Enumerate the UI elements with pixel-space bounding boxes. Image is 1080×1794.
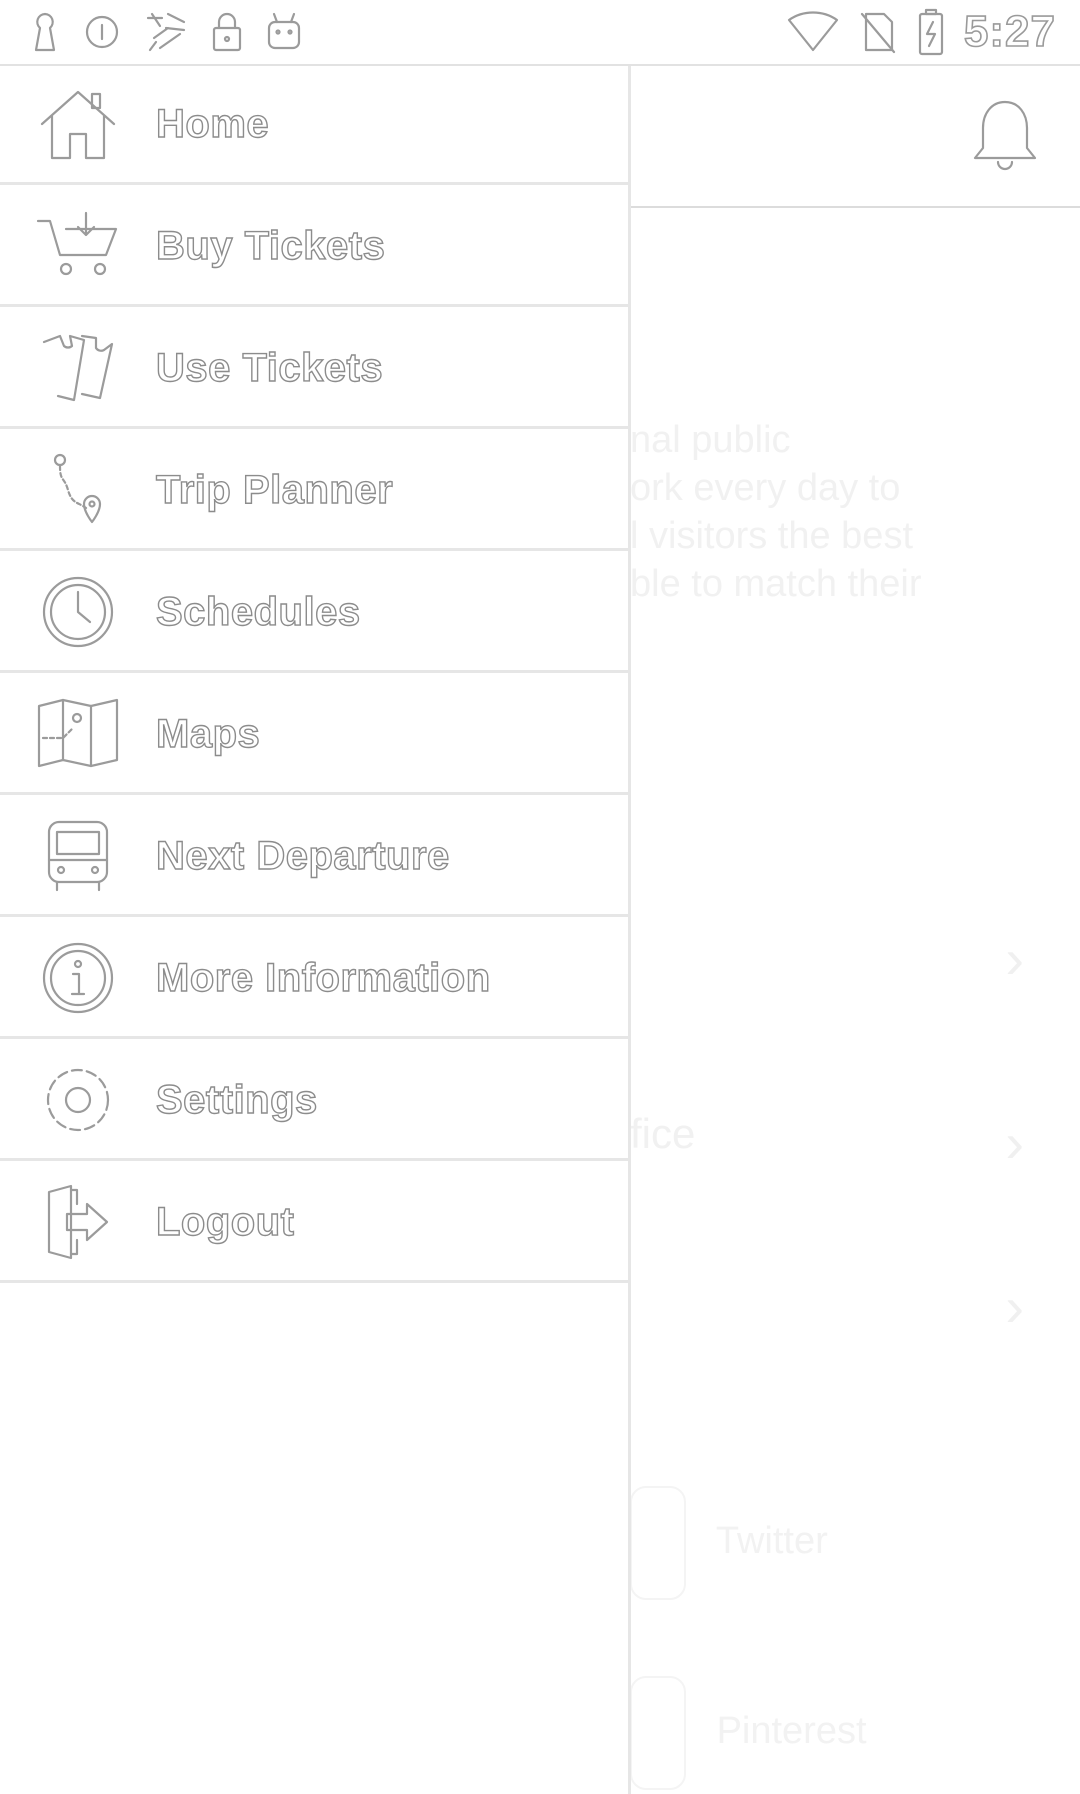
social-link-twitter[interactable]: Twitter xyxy=(630,1486,1070,1600)
gear-icon xyxy=(36,1058,120,1142)
map-icon xyxy=(36,692,120,776)
menu-item-buy-tickets[interactable]: Buy Tickets xyxy=(0,188,628,307)
chevron-right-icon: › xyxy=(1005,927,1024,990)
menu-item-schedules[interactable]: Schedules xyxy=(0,554,628,673)
menu-item-label: Use Tickets xyxy=(155,345,384,390)
cart-icon xyxy=(36,204,120,288)
menu-item-label: Home xyxy=(155,101,270,146)
chevron-right-icon: › xyxy=(1005,1111,1024,1174)
status-bar: 5:27 xyxy=(0,0,1080,66)
no-sim-icon xyxy=(858,10,898,54)
keyhole-icon xyxy=(28,10,62,54)
menu-item-more-information[interactable]: More Information xyxy=(0,920,628,1039)
bell-icon[interactable] xyxy=(970,96,1040,185)
intro-line: ble to match their xyxy=(630,563,922,605)
social-link-pinterest[interactable]: Pinterest xyxy=(630,1676,1070,1790)
route-icon xyxy=(36,448,120,532)
menu-item-label: Logout xyxy=(155,1199,295,1244)
info-circle-icon xyxy=(82,12,122,52)
social-label: Pinterest xyxy=(716,1710,867,1753)
pinterest-icon xyxy=(630,1676,686,1790)
menu-item-home[interactable]: Home xyxy=(0,66,628,185)
app-header xyxy=(630,66,1080,208)
menu-item-maps[interactable]: Maps xyxy=(0,676,628,795)
lock-icon xyxy=(210,10,244,54)
clock-time: 5:27 xyxy=(963,6,1056,57)
intro-line: nal public xyxy=(630,419,791,461)
battery-charging-icon xyxy=(916,8,946,56)
social-label: Twitter xyxy=(715,1520,828,1563)
menu-item-next-departure[interactable]: Next Departure xyxy=(0,798,628,917)
app-logo-icon xyxy=(142,8,190,56)
home-icon xyxy=(36,82,120,166)
menu-item-label: More Information xyxy=(155,955,491,1000)
menu-item-label: Trip Planner xyxy=(155,467,394,512)
intro-line: ork every day to xyxy=(630,467,901,509)
android-icon xyxy=(264,10,304,54)
tickets-icon xyxy=(36,326,120,410)
intro-line: l visitors the best xyxy=(630,515,913,557)
bus-icon xyxy=(36,814,120,898)
menu-item-logout[interactable]: Logout xyxy=(0,1164,628,1283)
menu-item-trip-planner[interactable]: Trip Planner xyxy=(0,432,628,551)
list-item[interactable]: › xyxy=(630,1274,1070,1338)
chevron-right-icon: › xyxy=(1005,1275,1024,1338)
menu-item-label: Settings xyxy=(155,1077,318,1122)
logout-icon xyxy=(36,1180,120,1264)
twitter-icon xyxy=(630,1486,686,1600)
menu-item-label: Maps xyxy=(155,711,261,756)
menu-item-label: Next Departure xyxy=(155,833,450,878)
list-item-label: fice xyxy=(630,1110,696,1157)
menu-item-label: Buy Tickets xyxy=(155,223,386,268)
wifi-icon xyxy=(786,10,840,54)
menu-item-settings[interactable]: Settings xyxy=(0,1042,628,1161)
menu-item-use-tickets[interactable]: Use Tickets xyxy=(0,310,628,429)
navigation-drawer: Home Buy Tickets Use Tickets Trip Planne… xyxy=(0,66,631,1794)
intro-text: nal public ork every day to l visitors t… xyxy=(630,416,1070,608)
list-item[interactable]: › xyxy=(630,926,1070,990)
menu-item-label: Schedules xyxy=(155,589,361,634)
list-item[interactable]: fice › xyxy=(630,1110,1070,1174)
clock-icon xyxy=(36,570,120,654)
info-icon xyxy=(36,936,120,1020)
